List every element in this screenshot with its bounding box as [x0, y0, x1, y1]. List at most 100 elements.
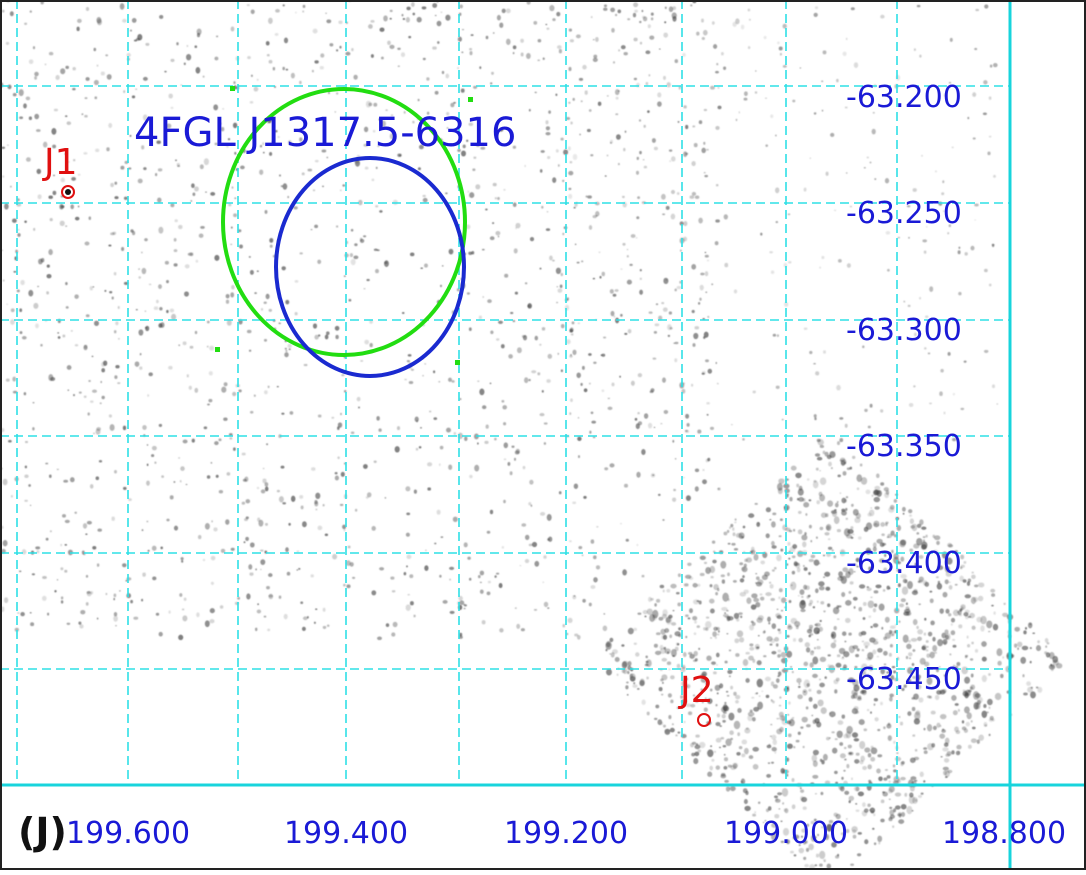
- noise-speck: [96, 427, 101, 431]
- noise-speck: [519, 565, 522, 567]
- noise-speck: [391, 632, 396, 637]
- noise-speck: [639, 268, 642, 272]
- noise-speck: [413, 489, 417, 494]
- noise-speck: [230, 243, 233, 246]
- noise-speck: [841, 508, 846, 512]
- noise-speck: [881, 626, 884, 630]
- noise-speck: [377, 636, 382, 641]
- noise-speck: [848, 645, 855, 654]
- noise-speck: [108, 414, 112, 418]
- noise-speck: [315, 608, 318, 611]
- noise-speck: [694, 326, 700, 330]
- noise-speck: [836, 500, 839, 504]
- noise-speck: [186, 53, 192, 61]
- noise-speck: [408, 380, 414, 385]
- noise-speck: [855, 803, 858, 805]
- noise-speck: [903, 611, 910, 616]
- noise-speck: [942, 180, 945, 184]
- noise-speck: [768, 581, 772, 584]
- noise-speck: [1032, 632, 1036, 635]
- noise-speck: [653, 146, 658, 151]
- noise-speck: [74, 294, 79, 299]
- noise-speck: [573, 483, 579, 489]
- noise-speck: [848, 795, 855, 802]
- noise-speck: [1027, 686, 1033, 693]
- noise-speck: [467, 556, 471, 560]
- noise-speck: [699, 572, 705, 577]
- noise-speck: [545, 23, 548, 26]
- noise-speck: [541, 205, 544, 209]
- noise-speck: [611, 27, 615, 33]
- noise-speck: [313, 621, 316, 624]
- noise-speck: [1000, 673, 1004, 679]
- noise-speck: [64, 544, 68, 546]
- noise-speck: [459, 600, 465, 605]
- noise-speck: [528, 378, 531, 382]
- noise-speck: [253, 394, 256, 397]
- noise-speck: [94, 96, 98, 100]
- noise-speck: [555, 149, 559, 153]
- noise-speck: [241, 501, 246, 505]
- noise-speck: [100, 380, 103, 384]
- noise-speck: [902, 512, 905, 515]
- noise-speck: [41, 595, 47, 601]
- noise-speck: [770, 723, 773, 726]
- noise-speck: [479, 589, 484, 594]
- noise-speck: [365, 100, 372, 108]
- noise-speck: [941, 192, 945, 196]
- noise-speck: [637, 412, 640, 415]
- noise-speck: [100, 71, 105, 76]
- noise-speck: [771, 623, 777, 629]
- noise-speck: [57, 332, 60, 334]
- noise-speck: [762, 630, 766, 634]
- noise-speck: [96, 64, 99, 67]
- noise-speck: [707, 457, 711, 462]
- noise-speck: [639, 678, 645, 686]
- noise-speck: [834, 738, 838, 741]
- noise-speck: [830, 132, 835, 137]
- noise-speck: [570, 398, 573, 402]
- noise-speck: [40, 258, 45, 263]
- noise-speck: [131, 17, 137, 23]
- noise-speck: [284, 347, 287, 350]
- noise-speck: [840, 460, 846, 466]
- noise-speck: [353, 255, 359, 260]
- noise-speck: [16, 289, 20, 293]
- noise-speck: [448, 464, 453, 470]
- noise-speck: [664, 628, 670, 633]
- noise-speck: [475, 184, 481, 190]
- noise-speck: [48, 195, 53, 199]
- noise-speck: [850, 863, 854, 866]
- noise-speck: [448, 248, 454, 255]
- noise-speck: [888, 780, 891, 783]
- noise-speck: [801, 716, 808, 723]
- noise-speck: [479, 581, 482, 584]
- noise-speck: [160, 546, 164, 550]
- noise-speck: [49, 530, 52, 533]
- noise-speck: [609, 463, 615, 468]
- noise-speck: [73, 393, 75, 397]
- noise-speck: [692, 343, 696, 347]
- noise-speck: [751, 593, 758, 599]
- noise-speck: [870, 711, 872, 714]
- noise-speck: [509, 471, 513, 476]
- noise-speck: [467, 190, 470, 193]
- noise-speck: [1024, 627, 1028, 630]
- noise-speck: [375, 205, 379, 208]
- noise-speck: [603, 7, 608, 11]
- noise-speck: [992, 623, 999, 631]
- noise-speck: [537, 59, 541, 62]
- noise-speck: [28, 59, 34, 65]
- noise-speck: [55, 75, 60, 80]
- noise-speck: [869, 637, 876, 643]
- noise-speck: [787, 733, 792, 738]
- noise-speck: [267, 628, 271, 632]
- noise-speck: [988, 673, 991, 676]
- noise-speck: [837, 441, 840, 446]
- noise-speck: [231, 284, 235, 290]
- noise-speck: [268, 59, 273, 64]
- noise-speck: [557, 352, 560, 355]
- noise-speck: [604, 175, 607, 177]
- noise-speck: [908, 236, 910, 239]
- noise-speck: [803, 327, 808, 330]
